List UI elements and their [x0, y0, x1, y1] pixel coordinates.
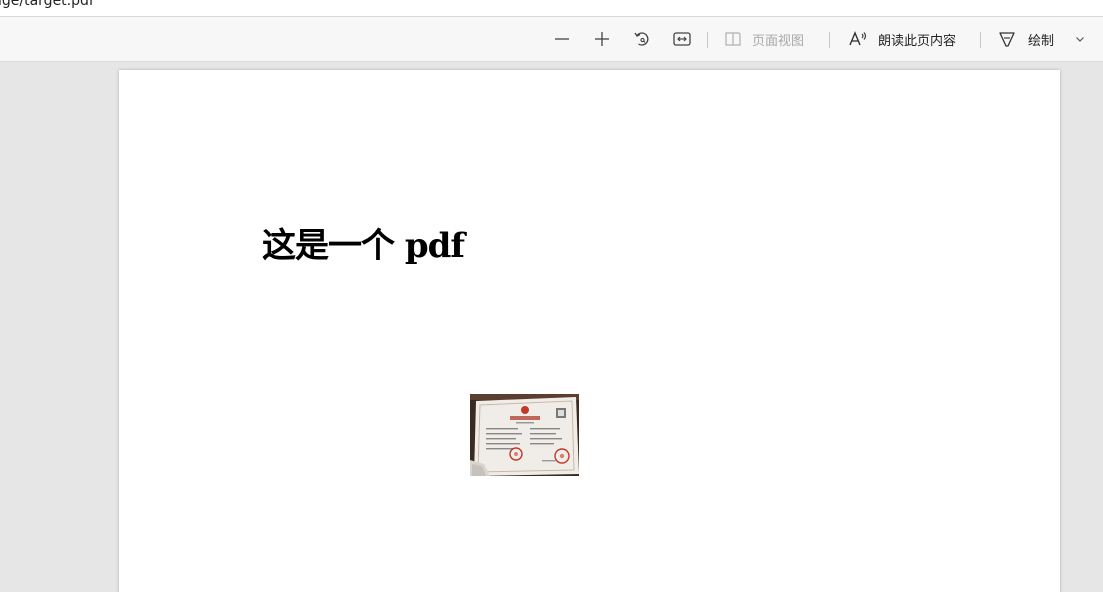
- draw-dropdown-button[interactable]: [1070, 17, 1090, 61]
- toolbar-separator: [980, 32, 981, 48]
- fit-width-button[interactable]: [670, 17, 694, 61]
- zoom-out-button[interactable]: [550, 17, 574, 61]
- fit-width-icon: [673, 31, 691, 47]
- toolbar-separator: [707, 32, 708, 48]
- read-aloud-label: 朗读此页内容: [878, 33, 957, 49]
- draw-button[interactable]: 绘制: [998, 17, 1062, 61]
- draw-label: 绘制: [1028, 33, 1055, 49]
- page-view-label: 页面视图: [752, 33, 805, 49]
- pdf-viewer[interactable]: 这是一个 pdf: [0, 62, 1103, 592]
- pdf-toolbar: 页面视图 朗读此页内容 绘制: [0, 17, 1103, 62]
- address-bar[interactable]: ige/target.pdf: [0, 0, 1103, 17]
- address-url[interactable]: ige/target.pdf: [0, 0, 94, 9]
- page-view-icon: [724, 31, 742, 47]
- read-aloud-icon: [848, 31, 868, 47]
- draw-icon: [998, 30, 1016, 48]
- chevron-down-icon: [1075, 34, 1085, 44]
- read-aloud-button[interactable]: 朗读此页内容: [848, 17, 968, 61]
- page-view-button[interactable]: 页面视图: [724, 17, 814, 61]
- plus-icon: [594, 31, 610, 47]
- pdf-heading: 这是一个 pdf: [262, 226, 465, 266]
- certificate-image: [470, 394, 579, 476]
- minus-icon: [554, 31, 570, 47]
- rotate-icon: [633, 30, 651, 48]
- rotate-button[interactable]: [630, 17, 654, 61]
- pdf-page[interactable]: 这是一个 pdf: [119, 70, 1060, 592]
- zoom-in-button[interactable]: [590, 17, 614, 61]
- toolbar-separator: [829, 32, 830, 48]
